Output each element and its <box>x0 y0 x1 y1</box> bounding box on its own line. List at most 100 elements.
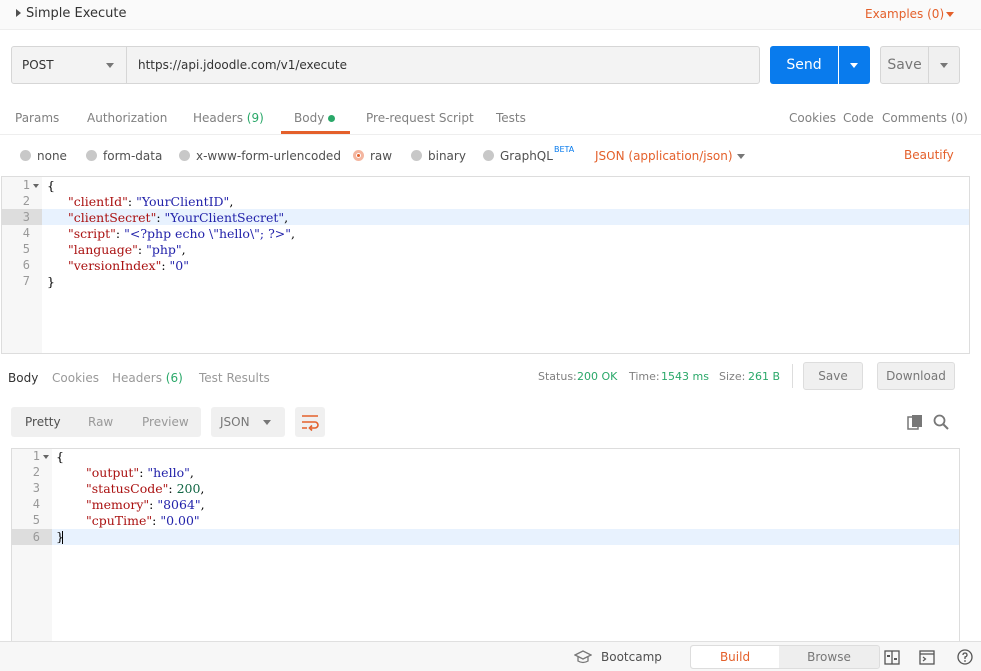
json-value: "0.00" <box>160 513 200 528</box>
time-value[interactable]: 1543 ms <box>661 370 709 383</box>
response-body-viewer[interactable]: 1 2 3 4 5 6 { "output": "hello", "status… <box>11 448 960 643</box>
request-title[interactable]: Simple Execute <box>26 6 127 21</box>
fold-arrow-icon[interactable] <box>43 455 49 459</box>
line-number: 6 <box>22 258 30 272</box>
comments-link[interactable]: Comments (0) <box>882 111 968 125</box>
response-tab-test-results[interactable]: Test Results <box>199 371 270 385</box>
cookies-link[interactable]: Cookies <box>789 111 836 125</box>
code-line: "clientId": "YourClientID", <box>68 194 234 209</box>
json-key: "cpuTime" <box>86 513 153 528</box>
tab-headers[interactable]: Headers (9) <box>193 111 264 125</box>
text-cursor <box>62 531 63 544</box>
url-value: https://api.jdoodle.com/v1/execute <box>138 58 347 72</box>
status-label: Status: <box>538 370 577 383</box>
help-icon[interactable] <box>957 649 973 665</box>
content-type-select[interactable]: JSON (application/json) <box>595 149 733 163</box>
tabs-divider <box>0 134 981 135</box>
download-button[interactable]: Download <box>877 362 955 390</box>
line-number: 4 <box>32 497 40 511</box>
json-key: "language" <box>68 242 138 257</box>
size-value[interactable]: 261 B <box>748 370 780 383</box>
format-value: JSON <box>220 415 250 429</box>
tab-headers-label: Headers <box>193 111 243 125</box>
build-mode-button[interactable]: Build <box>691 646 779 668</box>
method-select[interactable]: POST <box>11 46 127 84</box>
response-tab-headers[interactable]: Headers (6) <box>112 371 183 385</box>
caret-right-icon[interactable] <box>16 9 21 17</box>
tab-authorization[interactable]: Authorization <box>87 111 167 125</box>
tab-body[interactable]: Body <box>294 111 324 125</box>
search-icon[interactable] <box>933 414 949 430</box>
radio-urlencoded[interactable] <box>179 150 190 161</box>
bootcamp-icon[interactable] <box>574 650 592 664</box>
chevron-down-icon[interactable] <box>737 154 745 159</box>
view-pretty[interactable]: Pretty <box>25 415 61 429</box>
radio-raw-selected-dot <box>357 154 360 157</box>
radio-binary-label[interactable]: binary <box>428 149 466 163</box>
line-number: 7 <box>22 274 30 288</box>
radio-raw-label[interactable]: raw <box>370 149 392 163</box>
console-icon[interactable] <box>919 650 935 665</box>
code-line: { <box>47 178 55 193</box>
radio-binary[interactable] <box>411 150 422 161</box>
request-body-editor[interactable]: 1 2 3 4 5 6 7 { "clientId": "YourClientI… <box>1 176 970 354</box>
radio-graphql-label[interactable]: GraphQL <box>500 149 553 163</box>
collection-header: Simple Execute Examples (0) <box>0 0 981 30</box>
bootcamp-link[interactable]: Bootcamp <box>601 650 662 664</box>
code-line: "versionIndex": "0" <box>68 258 189 273</box>
json-key: "clientSecret" <box>68 210 157 225</box>
line-number: 2 <box>22 194 30 208</box>
send-button[interactable]: Send <box>770 46 838 84</box>
json-key: "clientId" <box>68 194 128 209</box>
examples-dropdown[interactable]: Examples (0) <box>865 7 944 21</box>
browse-mode-button[interactable]: Browse <box>779 646 879 668</box>
json-key: "versionIndex" <box>68 258 162 273</box>
json-value: "YourClientID" <box>136 194 230 209</box>
format-select[interactable]: JSON <box>211 407 285 437</box>
radio-none-label[interactable]: none <box>37 149 67 163</box>
size-label: Size: <box>719 370 746 383</box>
url-input[interactable]: https://api.jdoodle.com/v1/execute <box>126 46 760 84</box>
radio-urlencoded-label[interactable]: x-www-form-urlencoded <box>196 149 341 163</box>
wrap-lines-icon <box>302 415 319 432</box>
beta-badge: BETA <box>554 145 575 154</box>
code-line: "statusCode": 200, <box>86 481 205 496</box>
time-label: Time: <box>629 370 660 383</box>
save-options-button[interactable] <box>928 46 960 84</box>
response-tab-body[interactable]: Body <box>8 371 38 385</box>
code-line: "output": "hello", <box>86 465 194 480</box>
code-line: "cpuTime": "0.00" <box>86 513 200 528</box>
chevron-down-icon[interactable] <box>946 12 954 17</box>
response-tab-cookies[interactable]: Cookies <box>52 371 99 385</box>
fold-arrow-icon[interactable] <box>33 184 39 188</box>
method-value: POST <box>22 58 54 72</box>
radio-graphql[interactable] <box>483 150 494 161</box>
copy-icon[interactable] <box>907 414 923 430</box>
beautify-link[interactable]: Beautify <box>904 148 954 162</box>
wrap-lines-button[interactable] <box>295 407 325 437</box>
line-number: 1 <box>22 178 30 192</box>
save-button[interactable]: Save <box>880 46 929 84</box>
save-response-button[interactable]: Save <box>803 362 863 390</box>
send-options-button[interactable] <box>839 46 870 84</box>
line-number: 6 <box>32 530 40 544</box>
code-link[interactable]: Code <box>843 111 874 125</box>
code-line: "memory": "8064", <box>86 497 205 512</box>
chevron-down-icon <box>263 420 271 425</box>
status-value[interactable]: 200 OK <box>577 370 617 383</box>
radio-form-data[interactable] <box>86 150 97 161</box>
view-preview[interactable]: Preview <box>142 415 189 429</box>
tab-prerequest-script[interactable]: Pre-request Script <box>366 111 474 125</box>
view-raw[interactable]: Raw <box>88 415 113 429</box>
radio-form-data-label[interactable]: form-data <box>103 149 162 163</box>
json-value: "YourClientSecret" <box>164 210 285 225</box>
tab-tests[interactable]: Tests <box>496 111 526 125</box>
two-pane-icon[interactable] <box>884 650 900 665</box>
line-number: 3 <box>32 481 40 495</box>
radio-none[interactable] <box>20 150 31 161</box>
mode-switch: Build Browse <box>690 645 880 669</box>
tab-params[interactable]: Params <box>15 111 59 125</box>
line-number: 5 <box>32 513 40 527</box>
code-line: "clientSecret": "YourClientSecret", <box>68 210 289 225</box>
radio-raw[interactable] <box>353 150 364 161</box>
